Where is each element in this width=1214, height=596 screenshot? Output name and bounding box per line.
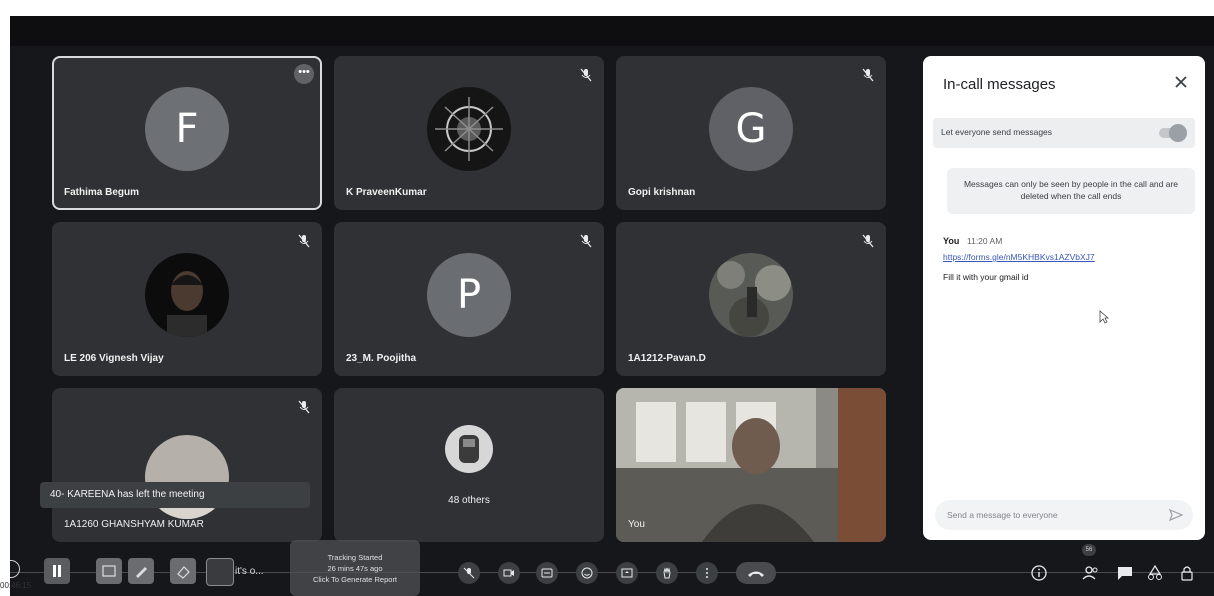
in-call-messages-panel: In-call messages Let everyone send messa… — [923, 56, 1205, 540]
mic-off-icon — [298, 234, 310, 248]
participant-name: 1A1212-Pavan.D — [628, 353, 706, 364]
participant-tile-ghanshyam[interactable]: 1A1260 GHANSHYAM KUMAR — [52, 388, 322, 542]
more-options-button[interactable] — [696, 562, 718, 584]
avatar — [709, 253, 793, 337]
message-text: Fill it with your gmail id — [943, 272, 1029, 282]
participant-tile-fathima[interactable]: F ••• Fathima Begum — [52, 56, 322, 210]
participant-name: 1A1260 GHANSHYAM KUMAR — [64, 519, 204, 530]
message-input[interactable]: Send a message to everyone — [935, 500, 1193, 530]
participant-tile-you[interactable]: You — [616, 388, 886, 542]
more-vert-icon — [706, 568, 708, 578]
recording-clock: 00:46:15 — [0, 581, 32, 590]
message-link[interactable]: https://forms.gle/nM5KHBKvs1AZVbXJ7 — [943, 252, 1095, 262]
let-everyone-send-toggle-row[interactable]: Let everyone send messages — [933, 118, 1195, 148]
screen-record-button[interactable] — [96, 558, 122, 584]
avatar: P — [427, 253, 511, 337]
captions-icon — [541, 568, 553, 578]
message-input-placeholder: Send a message to everyone — [947, 510, 1058, 520]
eraser-button[interactable] — [170, 558, 196, 584]
participant-name: 23_M. Poojitha — [346, 353, 417, 364]
mouse-cursor-icon — [1099, 310, 1109, 324]
tracking-elapsed: 26 mins 47s ago — [327, 564, 383, 573]
chat-icon[interactable] — [1116, 564, 1134, 582]
avatar — [427, 87, 511, 171]
leave-call-button[interactable] — [736, 562, 776, 584]
avatar — [445, 425, 493, 473]
pause-button[interactable] — [44, 558, 70, 584]
send-icon[interactable] — [1169, 508, 1183, 522]
host-controls-icon[interactable] — [1178, 564, 1196, 582]
avatar: G — [709, 87, 793, 171]
circle-icon — [10, 560, 20, 578]
meeting-screen: F ••• Fathima Begum K PraveenKumar G Gop… — [10, 16, 1214, 596]
activities-icon[interactable] — [1146, 564, 1164, 582]
more-options-icon[interactable]: ••• — [294, 64, 314, 84]
present-button[interactable] — [616, 562, 638, 584]
mic-off-icon — [580, 234, 592, 248]
camera-feed — [616, 388, 886, 542]
participant-tile-praveen[interactable]: K PraveenKumar — [334, 56, 604, 210]
participant-count-badge: 56 — [1082, 544, 1096, 556]
mic-off-icon — [862, 68, 874, 82]
participant-name: You — [628, 519, 645, 530]
toggle-label: Let everyone send messages — [941, 127, 1053, 137]
participant-tile-gopi[interactable]: G Gopi krishnan — [616, 56, 886, 210]
pen-button[interactable] — [128, 558, 154, 584]
caption-text: it's o... — [235, 566, 264, 577]
tracking-report-card[interactable]: Tracking Started 26 mins 47s ago Click T… — [290, 540, 420, 596]
participant-name: LE 206 Vignesh Vijay — [64, 353, 164, 364]
mic-button[interactable] — [458, 562, 480, 584]
participant-tile-vignesh[interactable]: LE 206 Vignesh Vijay — [52, 222, 322, 376]
mic-off-icon — [298, 400, 310, 414]
participant-name: Gopi krishnan — [628, 187, 696, 198]
top-bar — [10, 16, 1214, 46]
participant-name: K PraveenKumar — [346, 187, 427, 198]
emoji-icon — [581, 567, 593, 579]
message-time: 11:20 AM — [967, 236, 1003, 246]
meeting-info-icon[interactable] — [1030, 564, 1048, 582]
generate-report-link[interactable]: Click To Generate Report — [290, 574, 420, 585]
raise-hand-button[interactable] — [656, 562, 678, 584]
participant-tile-poojitha[interactable]: P 23_M. Poojitha — [334, 222, 604, 376]
panel-title: In-call messages — [943, 76, 1056, 93]
hand-icon — [663, 567, 671, 579]
close-icon[interactable] — [1171, 72, 1191, 92]
participant-tile-others[interactable]: 48 others — [334, 388, 604, 542]
end-call-icon — [748, 571, 764, 577]
mic-off-icon — [580, 68, 592, 82]
people-icon[interactable] — [1082, 564, 1100, 582]
left-meeting-toast: 40- KAREENA has left the meeting — [40, 482, 310, 508]
present-icon — [621, 568, 633, 578]
toggle-switch[interactable] — [1169, 124, 1187, 142]
tracking-status: Tracking Started — [327, 553, 383, 562]
emoji-button[interactable] — [576, 562, 598, 584]
mic-off-icon — [862, 234, 874, 248]
messages-notice: Messages can only be seen by people in t… — [947, 168, 1195, 214]
participant-tile-pavan[interactable]: 1A1212-Pavan.D — [616, 222, 886, 376]
camera-button[interactable] — [498, 562, 520, 584]
color-picker-button[interactable] — [206, 558, 234, 586]
avatar — [145, 253, 229, 337]
camera-icon — [503, 569, 514, 577]
others-count: 48 others — [448, 495, 490, 506]
message-sender: You — [943, 236, 960, 246]
participant-name: Fathima Begum — [64, 187, 140, 198]
captions-button[interactable] — [536, 562, 558, 584]
avatar: F — [145, 87, 229, 171]
mic-off-icon — [463, 567, 475, 579]
